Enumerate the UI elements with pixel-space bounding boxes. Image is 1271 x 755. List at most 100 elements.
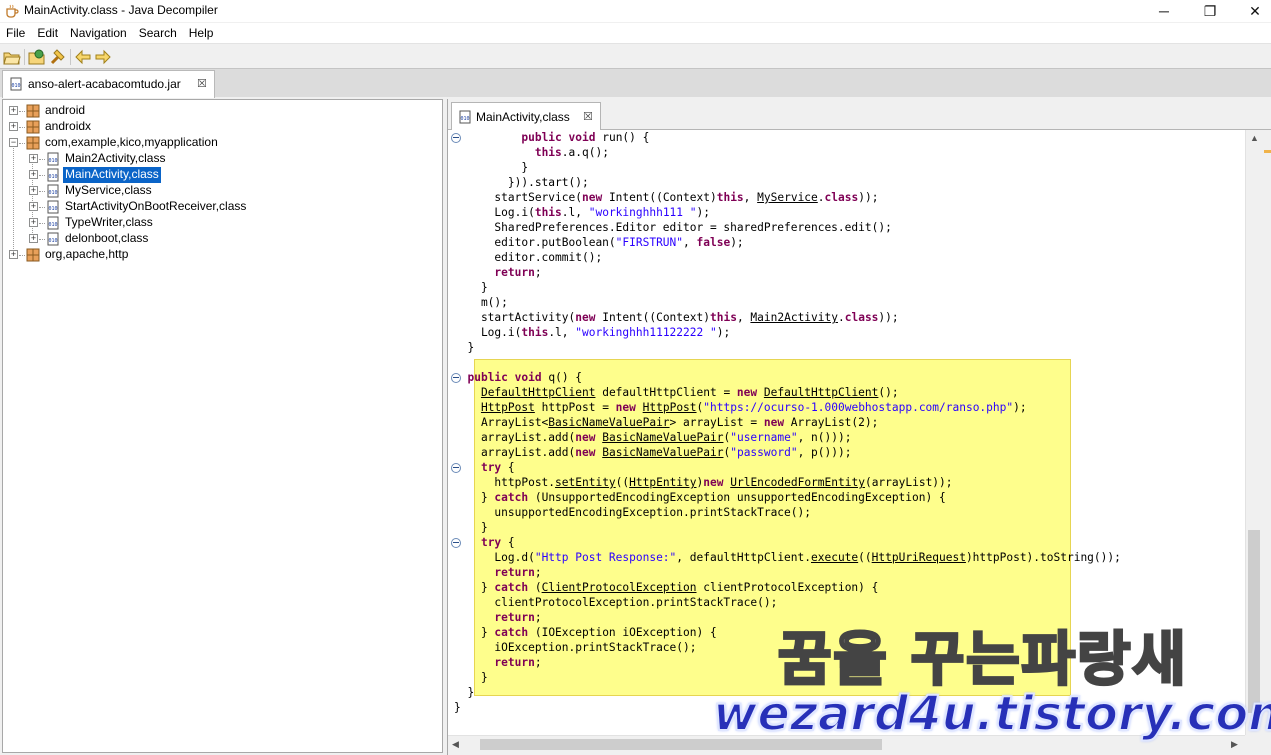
coffee-cup-icon bbox=[6, 4, 19, 18]
code-line: } bbox=[454, 686, 475, 699]
tab-jar-label: anso-alert-acabacomtudo.jar bbox=[28, 77, 181, 91]
class-file-icon: 010 bbox=[47, 168, 59, 182]
code-line: unsupportedEncodingException.printStackT… bbox=[454, 506, 811, 519]
class-file-icon: 010 bbox=[47, 200, 59, 214]
open-type-icon[interactable] bbox=[28, 48, 46, 66]
tree-connector bbox=[39, 191, 45, 192]
code-line: startActivity(new Intent((Context)this, … bbox=[454, 311, 899, 324]
code-line: return; bbox=[494, 656, 542, 669]
code-line: } bbox=[454, 161, 529, 174]
title-bar: MainActivity.class - Java Decompiler ─ ❐… bbox=[0, 0, 1271, 22]
watermark-url: wezard4u.tistory.com bbox=[712, 685, 1271, 743]
menu-bar: File Edit Navigation Search Help bbox=[0, 23, 1271, 43]
maximize-button[interactable]: ❐ bbox=[1187, 0, 1233, 22]
package-icon bbox=[26, 136, 40, 150]
code-line: startService(new Intent((Context)this, M… bbox=[454, 191, 879, 204]
menu-navigation[interactable]: Navigation bbox=[64, 23, 133, 43]
svg-text:010: 010 bbox=[48, 238, 57, 244]
tab-mainactivity[interactable]: 010 MainActivity,class ☒ bbox=[451, 102, 601, 131]
svg-text:010: 010 bbox=[48, 158, 57, 164]
tree-item[interactable]: +010 MyService,class bbox=[3, 183, 442, 199]
tree-connector bbox=[39, 223, 45, 224]
tree-connector bbox=[39, 239, 45, 240]
code-line: public void run() { bbox=[521, 131, 650, 144]
tree-connector bbox=[39, 159, 45, 160]
code-line: ArrayList<BasicNameValuePair> arrayList … bbox=[454, 416, 879, 429]
svg-text:010: 010 bbox=[48, 190, 57, 196]
code-line: return; bbox=[494, 566, 542, 579]
tree-item[interactable]: − com,example,kico,myapplication bbox=[3, 135, 442, 151]
tree-item-label: MainActivity,class bbox=[63, 167, 161, 183]
svg-text:010: 010 bbox=[48, 206, 57, 212]
tree-item-label: TypeWriter,class bbox=[65, 215, 153, 229]
close-button[interactable]: ✕ bbox=[1232, 0, 1271, 22]
code-line: clientProtocolException.printStackTrace(… bbox=[454, 596, 778, 609]
tree-item-label: delonboot,class bbox=[65, 231, 149, 245]
code-line: } catch (ClientProtocolException clientP… bbox=[454, 581, 879, 594]
svg-text:010: 010 bbox=[460, 116, 469, 122]
class-file-icon: 010 bbox=[47, 216, 59, 230]
vertical-scrollbar[interactable]: ▲ ▼ bbox=[1245, 130, 1262, 735]
tree-connector bbox=[19, 255, 25, 256]
code-line: })).start(); bbox=[454, 176, 589, 189]
code-line: try { bbox=[480, 461, 515, 474]
tree-item-label: androidx bbox=[45, 119, 92, 133]
tree-item[interactable]: +010 StartActivityOnBootReceiver,class bbox=[3, 199, 442, 215]
class-file-icon: 010 bbox=[47, 232, 59, 246]
ruler-marker[interactable] bbox=[1264, 150, 1271, 153]
svg-text:010: 010 bbox=[48, 222, 57, 228]
expand-icon[interactable]: + bbox=[9, 106, 18, 115]
tree-connector bbox=[19, 111, 25, 112]
back-arrow-icon[interactable] bbox=[74, 48, 92, 66]
expand-icon[interactable]: + bbox=[29, 170, 38, 179]
menu-file[interactable]: File bbox=[0, 23, 31, 43]
package-icon bbox=[26, 104, 40, 118]
tree-item[interactable]: +010 MainActivity,class bbox=[3, 167, 442, 183]
search-icon[interactable] bbox=[49, 48, 67, 66]
expand-icon[interactable]: + bbox=[29, 218, 38, 227]
tab-label: MainActivity,class bbox=[476, 110, 570, 124]
tree-item[interactable]: +010 delonboot,class bbox=[3, 231, 442, 247]
menu-search[interactable]: Search bbox=[133, 23, 183, 43]
forward-arrow-icon[interactable] bbox=[94, 48, 112, 66]
close-tab-icon[interactable]: ☒ bbox=[583, 112, 593, 123]
expand-icon[interactable]: + bbox=[9, 122, 18, 131]
scroll-left-icon[interactable]: ◀ bbox=[452, 739, 459, 750]
package-icon bbox=[26, 248, 40, 262]
collapse-icon[interactable]: − bbox=[9, 138, 18, 147]
expand-icon[interactable]: + bbox=[9, 250, 18, 259]
window-title: MainActivity.class - Java Decompiler bbox=[24, 3, 218, 17]
toolbar-separator bbox=[70, 49, 71, 65]
scroll-up-icon[interactable]: ▲ bbox=[1250, 133, 1259, 143]
package-icon bbox=[26, 120, 40, 134]
open-file-icon[interactable] bbox=[3, 48, 21, 66]
tree-item[interactable]: + androidx bbox=[3, 119, 442, 135]
tree-item[interactable]: + org,apache,http bbox=[3, 247, 442, 263]
code-line: Log.i(this.l, "workinghhh111 "); bbox=[454, 206, 710, 219]
menu-edit[interactable]: Edit bbox=[31, 23, 64, 43]
code-line: this.a.q(); bbox=[534, 146, 609, 159]
tree-item[interactable]: +010 TypeWriter,class bbox=[3, 215, 442, 231]
tree-item-label: MyService,class bbox=[65, 183, 152, 197]
class-file-icon: 010 bbox=[47, 152, 59, 166]
tab-jar-file[interactable]: 010 anso-alert-acabacomtudo.jar ☒ bbox=[2, 70, 215, 98]
expand-icon[interactable]: + bbox=[29, 154, 38, 163]
tree-connector bbox=[39, 175, 45, 176]
expand-icon[interactable]: + bbox=[29, 202, 38, 211]
tree-connector bbox=[39, 207, 45, 208]
code-line: arrayList.add(new BasicNameValuePair("pa… bbox=[454, 446, 852, 459]
expand-icon[interactable]: + bbox=[29, 234, 38, 243]
close-tab-icon[interactable]: ☒ bbox=[197, 79, 207, 90]
code-line: m(); bbox=[454, 296, 508, 309]
code-line: } catch (UnsupportedEncodingException un… bbox=[454, 491, 946, 504]
minimize-button[interactable]: ─ bbox=[1141, 0, 1187, 22]
code-line: Log.i(this.l, "workinghhh11122222 "); bbox=[454, 326, 731, 339]
editor-tab-bar: 010 MainActivity,class ☒ bbox=[448, 99, 1271, 131]
code-line: SharedPreferences.Editor editor = shared… bbox=[454, 221, 892, 234]
expand-icon[interactable]: + bbox=[29, 186, 38, 195]
tree-item[interactable]: +010 Main2Activity,class bbox=[3, 151, 442, 167]
menu-help[interactable]: Help bbox=[183, 23, 220, 43]
code-line: editor.putBoolean("FIRSTRUN", false); bbox=[454, 236, 744, 249]
code-line: } catch (IOException iOException) { bbox=[454, 626, 717, 639]
tree-item[interactable]: + android bbox=[3, 103, 442, 119]
